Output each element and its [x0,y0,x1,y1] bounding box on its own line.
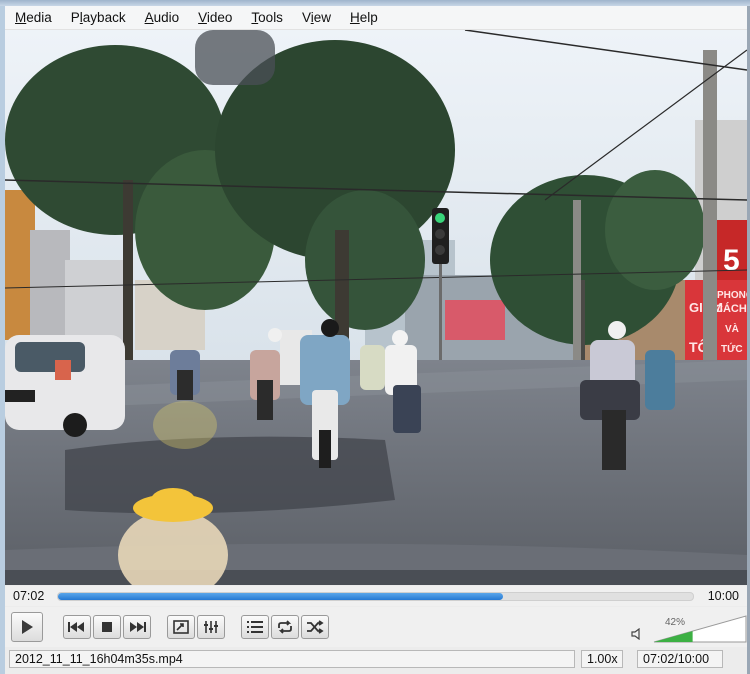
seek-progress-fill [58,593,503,600]
speaker-icon[interactable] [631,628,643,640]
sign-text-3: PHONG [717,290,747,301]
loop-icon [278,620,292,634]
menu-tools[interactable]: Tools [241,6,292,29]
elapsed-time: 07:02 [13,589,45,603]
menu-media[interactable]: Media [5,6,61,29]
shuffle-icon [307,620,324,634]
fullscreen-icon [173,620,189,634]
equalizer-icon [204,621,218,633]
play-button[interactable] [11,612,43,642]
menu-help[interactable]: Help [340,6,387,29]
volume-fill [654,631,693,642]
time-display[interactable]: 07:02/10:00 [637,650,723,668]
sign-number: 5 [723,244,740,277]
menu-playback[interactable]: Playback [61,6,135,29]
menu-view[interactable]: View [292,6,340,29]
extended-settings-button[interactable] [197,615,225,639]
filename-label: 2012_11_11_16h04m35s.mp4 [9,650,575,668]
next-icon [130,622,146,632]
stop-button[interactable] [93,615,121,639]
playback-speed[interactable]: 1.00x [581,650,623,668]
shuffle-button[interactable] [301,615,329,639]
sign-text-6: TỨC [721,342,743,355]
sign-text-4: CÁCH [715,302,747,315]
status-bar: 2012_11_11_16h04m35s.mp4 1.00x 07:02/10:… [5,648,747,672]
sign-text-5: VÀ [725,322,739,335]
stop-icon [102,622,112,632]
menu-audio[interactable]: Audio [135,6,189,29]
seek-slider[interactable] [57,592,694,601]
video-area[interactable]: 5 GIAM CÁCH TÔI PHONG VÀ TỨC [5,30,747,585]
total-time[interactable]: 10:00 [708,589,739,603]
menu-bar: Media Playback Audio Video Tools View He… [5,6,747,30]
menu-video[interactable]: Video [188,6,241,29]
previous-icon [68,622,84,632]
play-icon [22,620,33,634]
loop-button[interactable] [271,615,299,639]
playback-controls: 42% [5,607,747,647]
next-button[interactable] [123,615,151,639]
previous-button[interactable] [63,615,91,639]
fullscreen-button[interactable] [167,615,195,639]
playlist-icon [247,621,263,633]
volume-slider[interactable] [653,615,747,643]
playlist-button[interactable] [241,615,269,639]
video-frame: 5 GIAM CÁCH TÔI PHONG VÀ TỨC [5,30,747,585]
seek-row: 07:02 10:00 [5,586,747,606]
